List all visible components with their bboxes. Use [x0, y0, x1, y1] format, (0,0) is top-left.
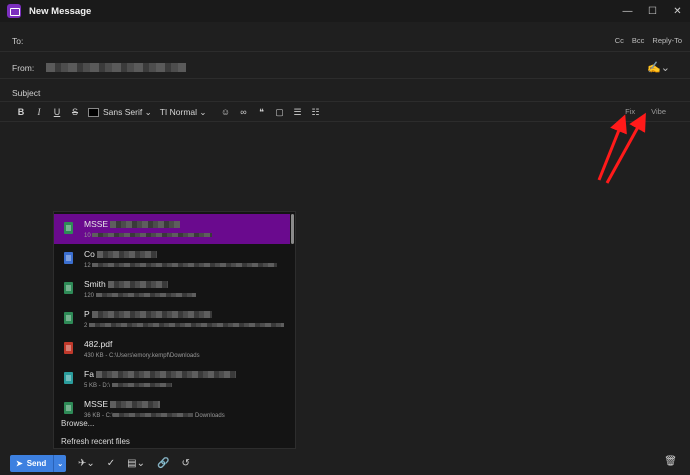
send-button[interactable]: ➤ Send ⌄: [10, 455, 66, 472]
to-label: To:: [12, 35, 24, 46]
link-icon[interactable]: ∞: [235, 107, 253, 117]
from-label: From:: [12, 62, 35, 73]
underline-button[interactable]: U: [48, 107, 66, 117]
spreadsheet-icon: [64, 282, 73, 294]
spreadsheet-icon: [64, 402, 73, 414]
check-icon[interactable]: ✓: [107, 458, 115, 469]
spreadsheet-icon: [64, 312, 73, 324]
recent-file-item[interactable]: P 2: [54, 304, 290, 334]
fix-button[interactable]: Fix: [625, 107, 635, 116]
from-row[interactable]: From: ✍⌄: [0, 57, 690, 79]
bcc-button[interactable]: Bcc: [632, 36, 645, 45]
font-family-select[interactable]: Sans Serif ⌄: [103, 107, 152, 118]
bullet-list-icon[interactable]: ☷: [307, 107, 325, 118]
send-options-chevron-icon[interactable]: ⌄: [57, 460, 63, 468]
send-icon: ➤: [16, 459, 23, 468]
send-label: Send: [26, 459, 47, 468]
recent-file-item[interactable]: Fa 5 KB - D:\: [54, 364, 290, 394]
subject-row[interactable]: Subject: [0, 84, 690, 102]
reply-to-button[interactable]: Reply-To: [652, 36, 682, 45]
close-button[interactable]: ✕: [665, 0, 690, 22]
strikethrough-button[interactable]: S: [66, 107, 84, 117]
ai-actions: Fix Vibe: [625, 107, 666, 116]
subject-input[interactable]: Subject: [12, 88, 40, 98]
italic-button[interactable]: I: [30, 107, 48, 117]
numbered-list-icon[interactable]: ☰: [289, 107, 307, 118]
recent-files-dropdown: MSSE 10 Co 12 Smith 120 P 2 482.pdf 430 …: [53, 211, 296, 449]
font-size-select[interactable]: TI Normal ⌄: [160, 107, 207, 118]
recent-file-item[interactable]: 482.pdf 430 KB - C:\Users\emory.kempf\Do…: [54, 334, 290, 364]
mail-app-icon: [7, 4, 21, 18]
document-icon: [64, 252, 73, 264]
window-controls: — ☐ ✕: [615, 0, 690, 22]
trash-icon[interactable]: 🗑: [664, 456, 677, 467]
dropdown-scrollbar[interactable]: [291, 214, 294, 244]
arrow-to-fix: [597, 114, 627, 181]
text-color-picker[interactable]: [88, 107, 99, 117]
send-divider: [53, 455, 55, 472]
recent-file-item[interactable]: MSSE 10: [54, 214, 290, 244]
minimize-button[interactable]: —: [615, 0, 640, 22]
refresh-recent-files-button[interactable]: Refresh recent files: [61, 437, 130, 446]
cc-button[interactable]: Cc: [615, 36, 624, 45]
browse-button[interactable]: Browse...: [61, 419, 94, 428]
window-title: New Message: [29, 5, 92, 17]
spreadsheet-icon: [64, 222, 73, 234]
quote-icon[interactable]: ❝: [253, 107, 271, 118]
formatting-toolbar: B I U S Sans Serif ⌄ TI Normal ⌄ ☺ ∞ ❝ ▢…: [0, 103, 690, 122]
to-row[interactable]: To: Cc Bcc Reply-To: [0, 30, 690, 52]
schedule-send-icon[interactable]: ✈⌄: [78, 458, 95, 469]
compose-footer: ➤ Send ⌄ ✈⌄ ✓ ▤⌄ 🔗 ↺ 🗑: [0, 452, 690, 475]
pdf-icon: [64, 342, 73, 354]
vibe-button[interactable]: Vibe: [651, 107, 666, 116]
recipient-options: Cc Bcc Reply-To: [615, 36, 682, 45]
emoji-icon[interactable]: ☺: [217, 107, 235, 117]
recent-file-item[interactable]: Smith 120: [54, 274, 290, 304]
bold-button[interactable]: B: [12, 107, 30, 117]
history-icon[interactable]: ↺: [181, 458, 189, 469]
from-address-redacted[interactable]: [46, 63, 187, 72]
signature-icon[interactable]: ✍⌄: [647, 61, 670, 74]
arrow-to-vibe: [605, 112, 646, 184]
recent-file-item[interactable]: Co 12: [54, 244, 290, 274]
code-file-icon: [64, 372, 73, 384]
note-icon[interactable]: ▢: [271, 107, 289, 118]
title-bar: New Message — ☐ ✕: [0, 0, 690, 22]
attach-icon[interactable]: 🔗: [157, 458, 169, 469]
maximize-button[interactable]: ☐: [640, 0, 665, 22]
template-icon[interactable]: ▤⌄: [127, 458, 145, 469]
